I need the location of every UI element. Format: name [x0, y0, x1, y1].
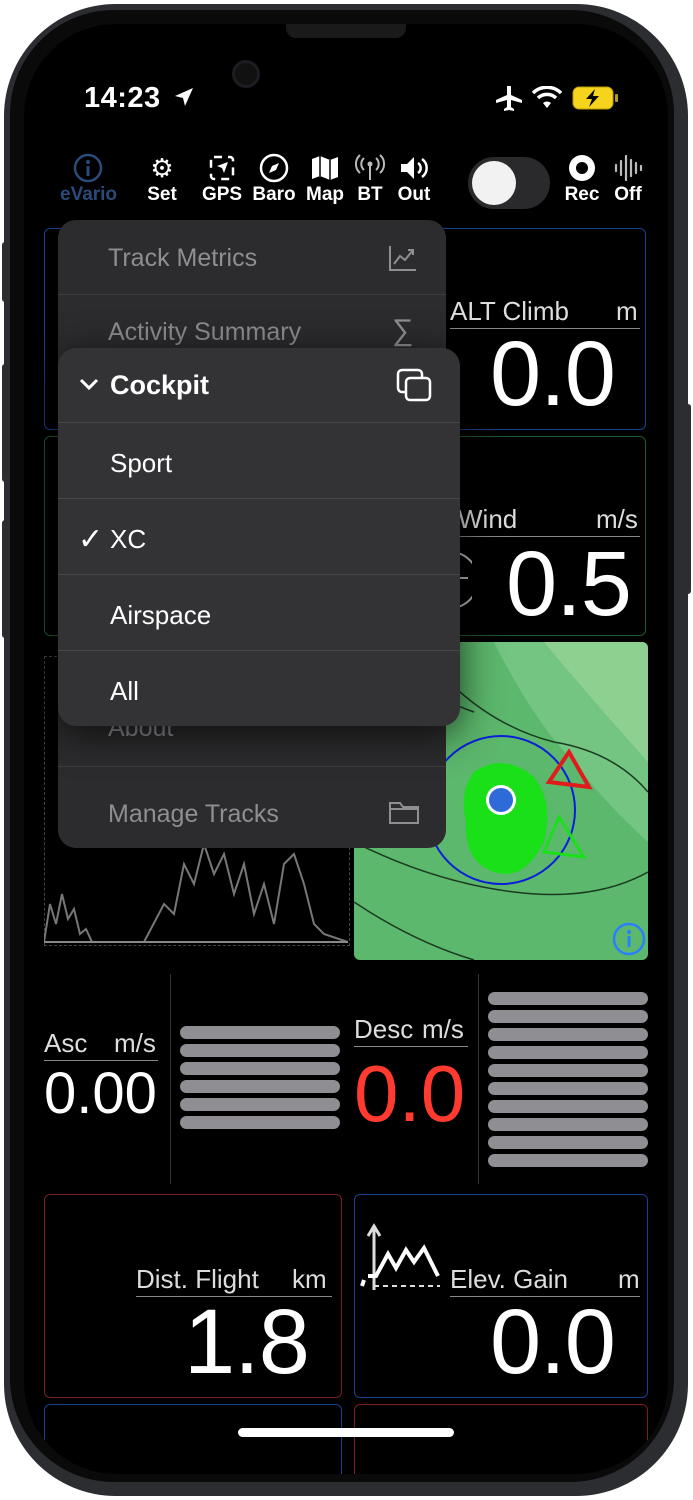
- menu-separator: [58, 766, 446, 767]
- toolbar-out-label: Out: [397, 184, 431, 205]
- menu-item-sport[interactable]: Sport: [110, 448, 172, 479]
- bottom-left-panel: [44, 1404, 342, 1474]
- menu-item-xc[interactable]: XC: [110, 524, 146, 555]
- desc-bar: [488, 1028, 648, 1041]
- toolbar-gps-label: GPS: [201, 184, 243, 205]
- desc-unit: m/s: [422, 1014, 464, 1044]
- asc-label: Asc: [44, 1028, 88, 1058]
- front-camera: [232, 60, 260, 88]
- asc-unit: m/s: [114, 1028, 156, 1058]
- power-button: [685, 404, 691, 594]
- folder-icon: [389, 802, 419, 824]
- menu-item-airspace[interactable]: Airspace: [110, 600, 211, 631]
- desc-bar: [488, 1064, 648, 1077]
- desc-bar: [488, 1046, 648, 1059]
- gear-icon: ⚙: [150, 153, 174, 183]
- gps-icon: [209, 155, 235, 181]
- desc-bar: [488, 1136, 648, 1149]
- desc-bar: [488, 1118, 648, 1131]
- asc-bar: [180, 1062, 340, 1075]
- home-indicator[interactable]: [238, 1428, 454, 1437]
- toolbar-settings[interactable]: ⚙ Set: [134, 152, 190, 206]
- status-time: 14:23: [84, 82, 195, 115]
- asc-bar: [180, 1080, 340, 1093]
- status-time-text: 14:23: [84, 82, 161, 114]
- info-icon: [73, 153, 103, 183]
- desc-bar: [488, 992, 648, 1005]
- volume-down-button: [2, 520, 8, 638]
- menu-header-cockpit[interactable]: Cockpit: [110, 370, 209, 401]
- menu-item-track-metrics[interactable]: Track Metrics: [108, 244, 257, 273]
- desc-divider: [478, 974, 479, 1184]
- location-arrow-icon: [175, 88, 194, 106]
- menu-separator: [58, 294, 446, 295]
- map-info-icon[interactable]: [612, 922, 646, 956]
- menu-separator: [58, 650, 460, 651]
- toolbar-baro-label: Baro: [252, 184, 296, 205]
- dist-flight-value: 1.8: [184, 1291, 310, 1393]
- asc-bar: [180, 1098, 340, 1111]
- asc-bar: [180, 1116, 340, 1129]
- elev-gain-unit: m: [618, 1264, 640, 1294]
- sigma-icon: ∑: [392, 314, 414, 347]
- action-button: [2, 242, 8, 302]
- desc-bar: [488, 1100, 648, 1113]
- menu-item-all[interactable]: All: [110, 676, 139, 707]
- toolbar-evario-label: eVario: [60, 184, 118, 205]
- asc-divider: [170, 974, 171, 1184]
- square-stack-icon: [396, 368, 432, 402]
- airplane-icon: [496, 86, 522, 111]
- alt-climb-unit: m: [616, 296, 638, 326]
- desc-underline: [354, 1046, 468, 1047]
- wind-value: 0.5: [506, 533, 632, 635]
- desc-bar: [488, 1010, 648, 1023]
- toolbar-gps[interactable]: GPS: [194, 152, 250, 206]
- volume-up-button: [2, 364, 8, 482]
- menu-separator: [58, 574, 460, 575]
- chart-icon: [389, 246, 416, 271]
- toolbar-off[interactable]: Off: [600, 152, 656, 206]
- bottom-right-panel: [354, 1404, 648, 1474]
- battery-charging-icon: [572, 86, 618, 110]
- toolbar-out[interactable]: Out: [386, 152, 442, 206]
- toolbar-baro[interactable]: Baro: [246, 152, 302, 206]
- alt-climb-value: 0.0: [490, 323, 616, 425]
- toolbar-evario[interactable]: eVario: [60, 152, 118, 206]
- wifi-icon: [532, 86, 562, 108]
- map-icon: [312, 156, 338, 180]
- record-icon: [569, 155, 595, 181]
- desc-bar: [488, 1082, 648, 1095]
- toolbar-settings-label: Set: [147, 184, 177, 205]
- waveform-icon: [614, 154, 643, 182]
- elev-gain-value: 0.0: [490, 1291, 616, 1393]
- elevation-gain-icon: [360, 1223, 440, 1290]
- menu-separator: [58, 498, 460, 499]
- speaker-icon: [401, 157, 428, 179]
- toolbar-off-label: Off: [614, 184, 642, 205]
- wind-unit: m/s: [596, 504, 638, 534]
- screen: 14:23 eVario ⚙ Set GPS Baro Map BT Out R…: [24, 24, 668, 1474]
- checkmark-icon: ✓: [78, 523, 104, 556]
- menu-separator: [58, 422, 460, 423]
- asc-bar: [180, 1044, 340, 1057]
- wind-label: Wind: [458, 504, 518, 534]
- compass-icon: [259, 153, 289, 183]
- toggle-knob: [472, 161, 516, 205]
- earpiece: [286, 24, 406, 38]
- asc-bar: [180, 1026, 340, 1039]
- desc-bar: [488, 1154, 648, 1167]
- menu-item-activity-summary[interactable]: Activity Summary: [108, 318, 301, 347]
- desc-label: Desc: [354, 1014, 414, 1044]
- menu-item-manage-tracks[interactable]: Manage Tracks: [108, 800, 279, 829]
- chevron-down-icon: [79, 378, 99, 391]
- antenna-icon: [354, 154, 386, 180]
- asc-value: 0.00: [44, 1061, 157, 1126]
- desc-value: 0.0: [354, 1049, 466, 1138]
